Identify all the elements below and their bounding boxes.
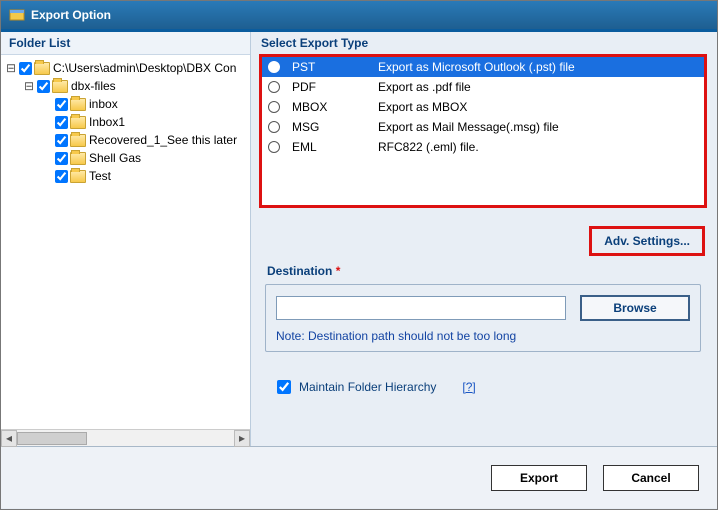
radio-icon[interactable]	[268, 81, 280, 93]
tree-item[interactable]: Test	[5, 167, 250, 185]
folder-icon	[70, 152, 86, 165]
tree-label: Recovered_1_See this later	[89, 131, 237, 149]
radio-icon[interactable]	[268, 61, 280, 73]
tree-label: Test	[89, 167, 111, 185]
export-type-list: PST Export as Microsoft Outlook (.pst) f…	[259, 54, 707, 208]
scroll-right-icon[interactable]: ▸	[234, 430, 250, 447]
tree-checkbox[interactable]	[55, 134, 68, 147]
dialog-footer: Export Cancel	[1, 446, 717, 508]
tree-label: dbx-files	[71, 77, 116, 95]
help-link[interactable]: [?]	[462, 380, 475, 394]
destination-group: Browse Note: Destination path should not…	[265, 284, 701, 352]
radio-icon[interactable]	[268, 121, 280, 133]
export-option-pst[interactable]: PST Export as Microsoft Outlook (.pst) f…	[262, 57, 704, 77]
radio-icon[interactable]	[268, 141, 280, 153]
window-title: Export Option	[31, 8, 111, 22]
option-code: PST	[292, 60, 378, 74]
tree-label: Shell Gas	[89, 149, 141, 167]
app-icon	[9, 7, 25, 23]
folder-tree[interactable]: ⊟ C:\Users\admin\Desktop\DBX Con ⊟ dbx-f…	[1, 55, 250, 429]
maintain-hierarchy-label: Maintain Folder Hierarchy	[299, 380, 436, 394]
option-desc: RFC822 (.eml) file.	[378, 140, 698, 154]
tree-checkbox[interactable]	[55, 98, 68, 111]
tree-checkbox[interactable]	[55, 116, 68, 129]
options-spacer	[262, 157, 704, 205]
browse-button[interactable]: Browse	[580, 295, 690, 321]
collapse-icon[interactable]: ⊟	[5, 59, 17, 77]
folder-icon	[70, 134, 86, 147]
export-panel: Select Export Type PST Export as Microso…	[251, 32, 717, 446]
export-option-mbox[interactable]: MBOX Export as MBOX	[262, 97, 704, 117]
folder-list-panel: Folder List ⊟ C:\Users\admin\Desktop\DBX…	[1, 32, 251, 446]
destination-note: Note: Destination path should not be too…	[276, 329, 690, 343]
export-type-title: Select Export Type	[259, 32, 707, 54]
tree-checkbox[interactable]	[37, 80, 50, 93]
destination-label-text: Destination	[267, 264, 332, 278]
tree-sub[interactable]: ⊟ dbx-files	[5, 77, 250, 95]
destination-label: Destination *	[267, 264, 707, 278]
export-option-msg[interactable]: MSG Export as Mail Message(.msg) file	[262, 117, 704, 137]
cancel-button[interactable]: Cancel	[603, 465, 699, 491]
tree-label: inbox	[89, 95, 118, 113]
radio-icon[interactable]	[268, 101, 280, 113]
export-option-eml[interactable]: EML RFC822 (.eml) file.	[262, 137, 704, 157]
option-desc: Export as .pdf file	[378, 80, 698, 94]
option-code: MBOX	[292, 100, 378, 114]
export-option-pdf[interactable]: PDF Export as .pdf file	[262, 77, 704, 97]
export-button[interactable]: Export	[491, 465, 587, 491]
collapse-icon[interactable]: ⊟	[23, 77, 35, 95]
scroll-thumb[interactable]	[17, 432, 87, 445]
destination-input[interactable]	[276, 296, 566, 320]
option-desc: Export as Mail Message(.msg) file	[378, 120, 698, 134]
maintain-hierarchy-checkbox[interactable]	[277, 380, 291, 394]
required-asterisk: *	[336, 264, 341, 278]
folder-icon	[70, 116, 86, 129]
tree-checkbox[interactable]	[55, 170, 68, 183]
tree-root[interactable]: ⊟ C:\Users\admin\Desktop\DBX Con	[5, 59, 250, 77]
tree-label: Inbox1	[89, 113, 125, 131]
folder-icon	[34, 62, 50, 75]
tree-item[interactable]: inbox	[5, 95, 250, 113]
tree-item[interactable]: Inbox1	[5, 113, 250, 131]
folder-icon	[70, 170, 86, 183]
option-code: PDF	[292, 80, 378, 94]
scroll-left-icon[interactable]: ◂	[1, 430, 17, 447]
folder-icon	[52, 80, 68, 93]
tree-horizontal-scrollbar[interactable]: ◂ ▸	[1, 429, 250, 446]
tree-checkbox[interactable]	[55, 152, 68, 165]
option-code: EML	[292, 140, 378, 154]
tree-checkbox[interactable]	[19, 62, 32, 75]
folder-icon	[70, 98, 86, 111]
folder-list-title: Folder List	[1, 32, 250, 55]
maintain-hierarchy-row: Maintain Folder Hierarchy [?]	[277, 380, 707, 394]
title-bar: Export Option	[1, 1, 717, 29]
option-desc: Export as Microsoft Outlook (.pst) file	[378, 60, 698, 74]
advanced-settings-button[interactable]: Adv. Settings...	[589, 226, 705, 256]
tree-item[interactable]: Recovered_1_See this later	[5, 131, 250, 149]
option-desc: Export as MBOX	[378, 100, 698, 114]
tree-item[interactable]: Shell Gas	[5, 149, 250, 167]
tree-label: C:\Users\admin\Desktop\DBX Con	[53, 59, 236, 77]
option-code: MSG	[292, 120, 378, 134]
